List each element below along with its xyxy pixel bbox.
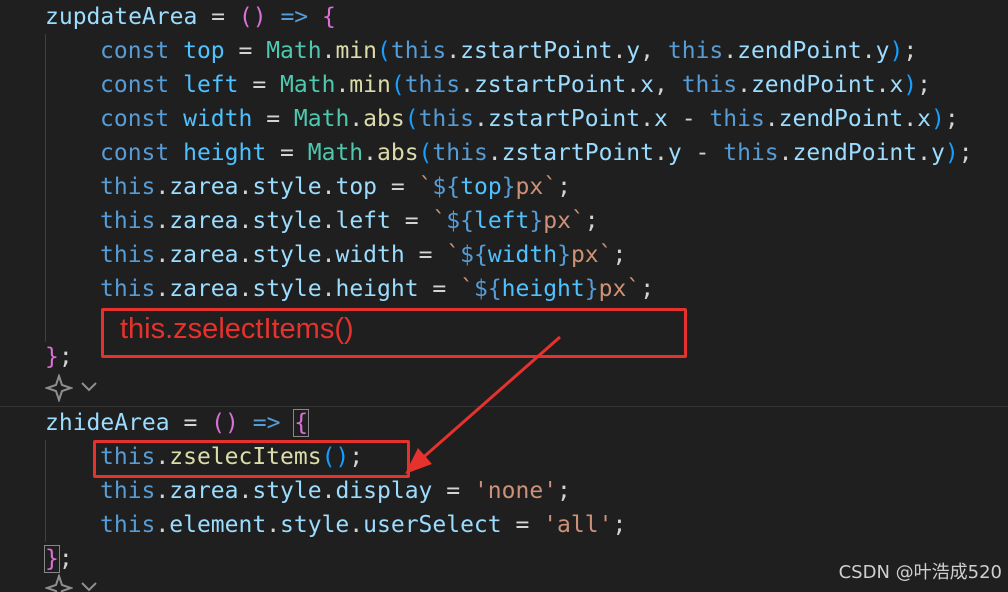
identifier: zupdateArea <box>45 4 198 30</box>
code-line[interactable]: zhideArea = () => { <box>45 406 310 440</box>
chevron-down-icon[interactable] <box>79 376 99 401</box>
code-line[interactable]: const top = Math.min(this.zstartPoint.y,… <box>45 34 917 68</box>
codelens[interactable] <box>43 372 105 407</box>
annotation-box-highlight <box>93 440 410 478</box>
code-line[interactable]: const left = Math.min(this.zstartPoint.x… <box>45 68 931 102</box>
code-line[interactable]: this.element.style.userSelect = 'all'; <box>45 508 626 542</box>
sparkle-icon[interactable] <box>43 372 75 407</box>
code-line[interactable]: this.zarea.style.width = `${width}px`; <box>45 238 626 272</box>
code-line[interactable]: zupdateArea = () => { <box>45 0 336 34</box>
code-line[interactable]: this.zarea.style.display = 'none'; <box>45 474 571 508</box>
codelens[interactable] <box>43 572 105 592</box>
code-editor[interactable]: zupdateArea = () => { const top = Math.m… <box>0 0 1008 592</box>
code-line[interactable]: }; <box>44 542 73 576</box>
sparkle-icon[interactable] <box>43 572 75 592</box>
code-line[interactable]: this.zarea.style.left = `${left}px`; <box>45 204 599 238</box>
watermark: CSDN @叶浩成520 <box>838 562 1002 583</box>
code-line[interactable]: this.zarea.style.top = `${top}px`; <box>45 170 571 204</box>
code-line[interactable]: this.zarea.style.height = `${height}px`; <box>45 272 654 306</box>
code-line[interactable]: const height = Math.abs(this.zstartPoint… <box>45 136 973 170</box>
annotation-note-text: this.zselectItems() <box>120 313 354 345</box>
code-line[interactable]: const width = Math.abs(this.zstartPoint.… <box>45 102 959 136</box>
code-line[interactable]: }; <box>45 340 73 374</box>
chevron-down-icon[interactable] <box>79 576 99 592</box>
